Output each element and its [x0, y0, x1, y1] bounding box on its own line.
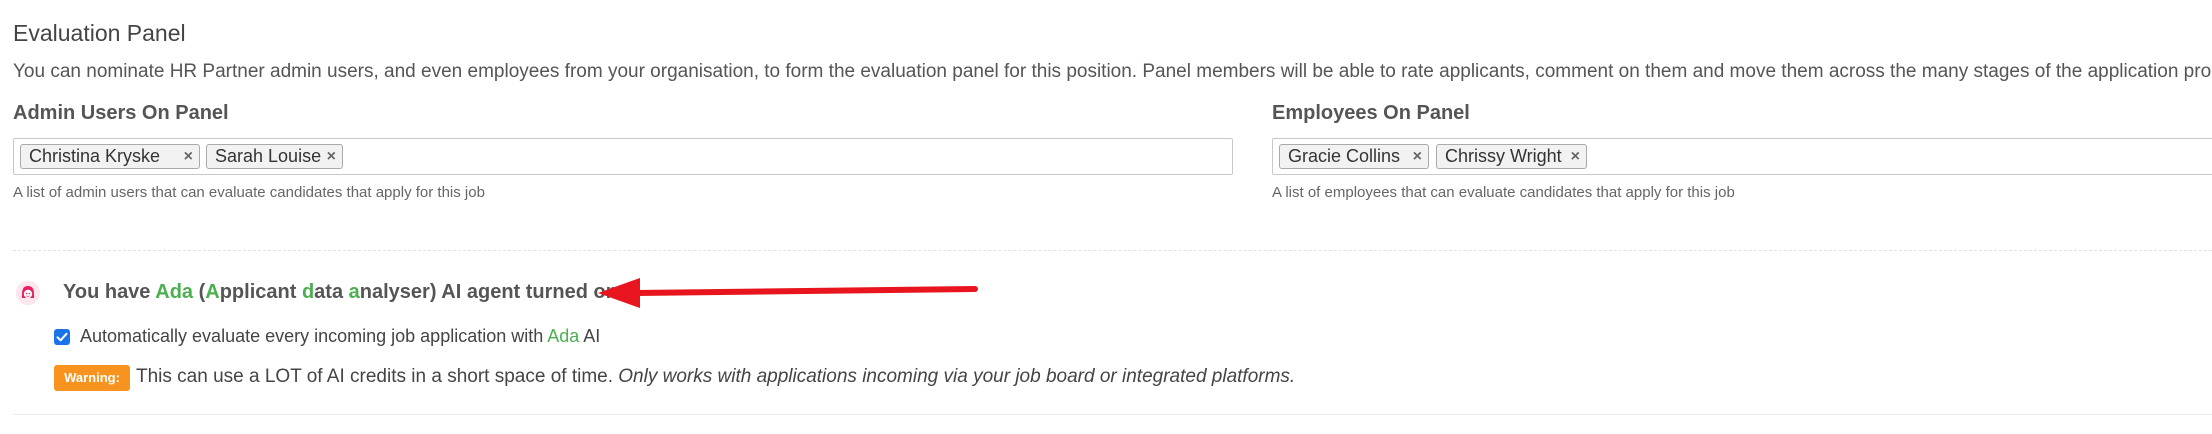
bottom-divider: [13, 414, 2212, 415]
auto-evaluate-label[interactable]: Automatically evaluate every incoming jo…: [80, 326, 600, 347]
checkmark-icon: [56, 332, 68, 342]
warning-text: This can use a LOT of AI credits in a sh…: [136, 366, 1296, 387]
auto-evaluate-checkbox[interactable]: [54, 329, 70, 345]
warning-badge: Warning:: [54, 365, 130, 391]
